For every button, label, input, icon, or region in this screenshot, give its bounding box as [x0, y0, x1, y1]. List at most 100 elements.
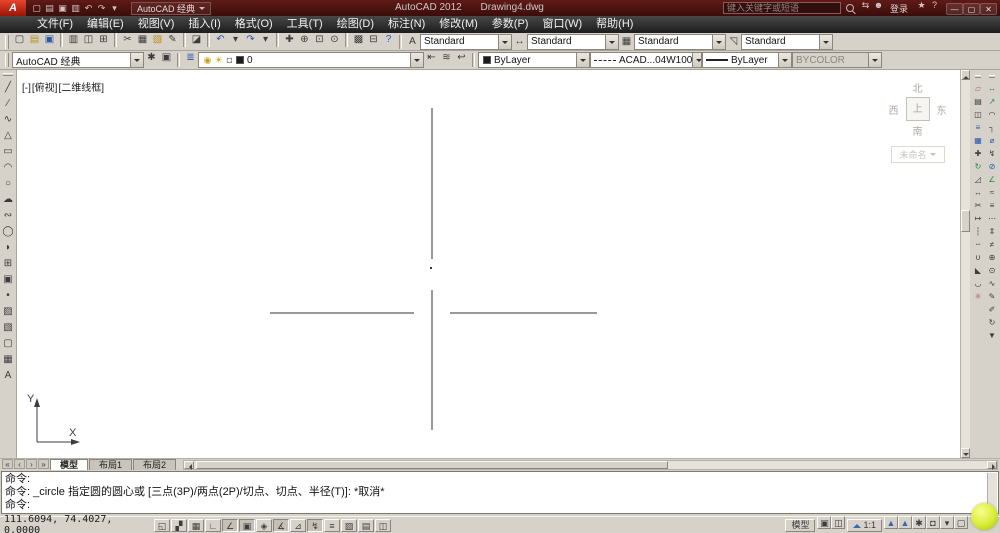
- redo-icon[interactable]: ↷: [95, 2, 108, 15]
- multiline-text-icon[interactable]: A: [1, 368, 16, 383]
- rotate-icon[interactable]: ↻: [973, 160, 984, 173]
- viewcube-north[interactable]: 北: [907, 80, 929, 95]
- minimize-icon[interactable]: —: [946, 3, 963, 15]
- text-style-icon[interactable]: A: [405, 34, 420, 49]
- region-icon[interactable]: ▢: [1, 336, 16, 351]
- trim-icon[interactable]: ✂: [973, 199, 984, 212]
- layer-freeze-sun-icon[interactable]: ☀: [213, 53, 224, 68]
- dim-space-icon[interactable]: ⇕: [987, 225, 998, 238]
- redo-icon[interactable]: ↷: [243, 32, 258, 47]
- dim-style-icon[interactable]: ↔: [512, 34, 527, 49]
- tolerance-icon[interactable]: ⊕: [987, 251, 998, 264]
- layer-previous-icon[interactable]: ↩: [454, 50, 469, 65]
- explode-icon[interactable]: ✳: [973, 290, 984, 303]
- otrack-toggle[interactable]: ∡: [273, 519, 289, 532]
- array-icon[interactable]: ▦: [973, 134, 984, 147]
- dim-diameter-icon[interactable]: ⊘: [987, 160, 998, 173]
- color-combo[interactable]: ByLayer: [478, 52, 590, 68]
- menu-item[interactable]: 修改(M): [432, 16, 485, 33]
- plot-icon[interactable]: ▥: [69, 2, 82, 15]
- open-icon[interactable]: ▤: [27, 32, 42, 47]
- menu-item[interactable]: 参数(P): [485, 16, 536, 33]
- layer-lock-icon[interactable]: ◘: [224, 53, 235, 68]
- dim-linear-icon[interactable]: ↔: [987, 82, 998, 95]
- menu-item[interactable]: 工具(T): [280, 16, 330, 33]
- pan-realtime-icon[interactable]: ✚: [282, 32, 297, 47]
- linetype-combo[interactable]: ACAD...04W100: [590, 52, 702, 68]
- scroll-up-button[interactable]: [961, 70, 970, 80]
- make-block-icon[interactable]: ▣: [1, 272, 16, 287]
- undo-history-icon[interactable]: ▾: [228, 32, 243, 47]
- rectangle-icon[interactable]: ▭: [1, 144, 16, 159]
- arc-icon[interactable]: ◠: [1, 160, 16, 175]
- dim-update-icon[interactable]: ↻: [987, 316, 998, 329]
- revision-cloud-icon[interactable]: ☁: [1, 192, 16, 207]
- dim-arc-length-icon[interactable]: ◠: [987, 108, 998, 121]
- search-input[interactable]: [723, 2, 841, 14]
- viewcube-south[interactable]: 南: [907, 123, 929, 138]
- publish-icon[interactable]: ⊞: [96, 32, 111, 47]
- copy-icon[interactable]: ▤: [973, 95, 984, 108]
- dim-baseline-icon[interactable]: ≡: [987, 199, 998, 212]
- selection-cycling-toggle[interactable]: ◫: [375, 519, 391, 532]
- polyline-icon[interactable]: ∿: [1, 112, 16, 127]
- polar-toggle[interactable]: ∠: [222, 519, 238, 532]
- chevron-down-icon[interactable]: [410, 53, 423, 67]
- horizontal-scroll-thumb[interactable]: [196, 461, 668, 469]
- horizontal-scrollbar[interactable]: [183, 460, 998, 470]
- chevron-down-icon[interactable]: [712, 35, 725, 49]
- viewcube-east[interactable]: 东: [931, 102, 953, 117]
- toolbar-grip[interactable]: [975, 75, 981, 78]
- vertical-scroll-thumb[interactable]: [961, 210, 970, 232]
- lineweight-combo[interactable]: ByLayer: [702, 52, 792, 68]
- insert-block-icon[interactable]: ⊞: [1, 256, 16, 271]
- layer-on-bulb-icon[interactable]: ◉: [202, 53, 213, 68]
- toolbar-grip[interactable]: [989, 75, 995, 78]
- ellipse-icon[interactable]: ◯: [1, 224, 16, 239]
- first-tab-button[interactable]: «: [2, 459, 13, 469]
- dim-radius-icon[interactable]: ⌀: [987, 134, 998, 147]
- layer-match-icon[interactable]: ≋: [439, 50, 454, 65]
- dim-jog-line-icon[interactable]: ∿: [987, 277, 998, 290]
- view-name-combo[interactable]: 未命名: [891, 146, 945, 163]
- qnew-icon[interactable]: ▢: [12, 32, 27, 47]
- dim-continue-icon[interactable]: ⋯: [987, 212, 998, 225]
- mirror-icon[interactable]: ◫: [973, 108, 984, 121]
- chevron-down-icon[interactable]: [576, 53, 589, 67]
- chevron-down-icon[interactable]: [692, 53, 702, 67]
- plot-icon[interactable]: ▥: [66, 32, 81, 47]
- chevron-down-icon[interactable]: [130, 53, 143, 67]
- menu-item[interactable]: 绘图(D): [330, 16, 381, 33]
- chevron-down-icon[interactable]: [498, 35, 511, 49]
- extend-icon[interactable]: ↦: [973, 212, 984, 225]
- erase-icon[interactable]: ▱: [973, 82, 984, 95]
- close-icon[interactable]: ✕: [980, 3, 997, 15]
- model-paper-toggle[interactable]: 模型: [785, 519, 815, 532]
- quick-dim-icon[interactable]: ≈: [987, 186, 998, 199]
- block-editor-icon[interactable]: ◪: [189, 32, 204, 47]
- break-icon[interactable]: ┄: [973, 238, 984, 251]
- break-at-point-icon[interactable]: ┆: [973, 225, 984, 238]
- toolbar-lock-icon[interactable]: ◘: [926, 516, 940, 529]
- spline-icon[interactable]: ∾: [1, 208, 16, 223]
- viewcube-top-face[interactable]: 上: [906, 97, 930, 121]
- infer-constraints-toggle[interactable]: ◱: [154, 519, 170, 532]
- hatch-icon[interactable]: ▨: [1, 304, 16, 319]
- multileader-style-combo[interactable]: Standard: [741, 34, 833, 50]
- join-icon[interactable]: ∪: [973, 251, 984, 264]
- menu-item[interactable]: 标注(N): [381, 16, 432, 33]
- undo-icon[interactable]: ↶: [82, 2, 95, 15]
- table-icon[interactable]: ▦: [1, 352, 16, 367]
- cut-icon[interactable]: ✂: [120, 32, 135, 47]
- dim-aligned-icon[interactable]: ↗: [987, 95, 998, 108]
- workspace-settings-icon[interactable]: ✱: [144, 50, 159, 65]
- tab-layout2[interactable]: 布局2: [133, 459, 176, 470]
- table-style-icon[interactable]: ▦: [619, 34, 634, 49]
- ellipse-arc-icon[interactable]: ◗: [1, 240, 16, 255]
- prev-tab-button[interactable]: ‹: [14, 459, 25, 469]
- ducs-toggle[interactable]: ⊿: [290, 519, 306, 532]
- drawing-canvas[interactable]: [-][俯视][二维线框] 北 西 上 东 南 未命名: [17, 70, 960, 458]
- qat-customize-icon[interactable]: ▾: [108, 2, 121, 15]
- restore-icon[interactable]: ▢: [963, 3, 980, 15]
- chamfer-icon[interactable]: ◣: [973, 264, 984, 277]
